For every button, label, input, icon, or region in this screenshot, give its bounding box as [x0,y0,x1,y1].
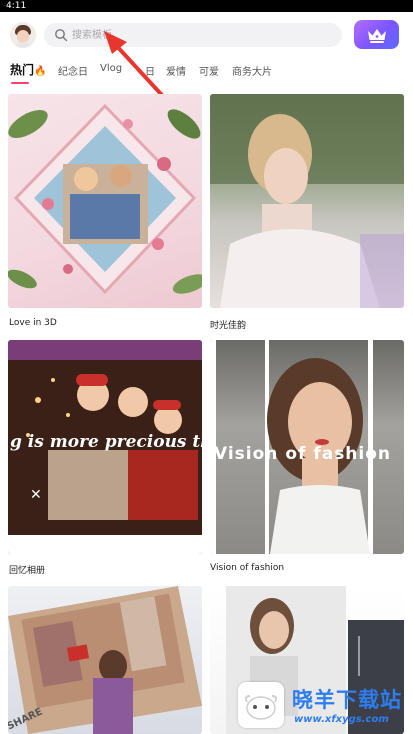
template-overlay-text: g is more precious than [10,432,202,452]
tab-day[interactable]: 日 [145,63,155,78]
template-thumbnail [8,103,202,295]
tab-business[interactable]: 商务大片 [232,63,272,78]
template-title: 时光佳韵 [210,321,247,331]
tab-cute[interactable]: 可爱 [199,63,219,78]
tab-hot[interactable]: 热门🔥 [10,61,46,78]
template-title: Love in 3D [9,318,57,328]
sheep-logo-icon [238,682,284,728]
template-card-vision-of-fashion[interactable]: Vision of fashion [210,340,404,554]
tab-indicator [11,82,29,84]
tab-anniversary[interactable]: 纪念日 [58,63,88,78]
template-card-memory-album[interactable]: g is more precious than ✕ [8,340,202,554]
template-card-love-in-3d[interactable] [8,94,202,308]
template-card-share[interactable]: SHARE [8,586,202,734]
close-icon: ✕ [30,487,42,503]
category-tabs: 热门🔥 纪念日 Vlog 日 爱情 可爱 商务大片 [0,60,413,84]
watermark-url: www.xfxygs.com [294,714,389,725]
flame-icon: 🔥 [34,66,47,77]
site-watermark: 晓羊下载站 www.xfxygs.com [236,676,412,734]
template-title: Vision of fashion [210,563,285,573]
template-thumbnail [210,94,404,308]
tab-love[interactable]: 爱情 [166,63,186,78]
template-card-time[interactable] [210,94,404,308]
template-title: 回忆相册 [9,566,46,576]
watermark-title: 晓羊下载站 [292,688,402,712]
template-overlay-text: Vision of fashion [214,444,392,464]
tab-vlog[interactable]: Vlog [100,63,122,74]
